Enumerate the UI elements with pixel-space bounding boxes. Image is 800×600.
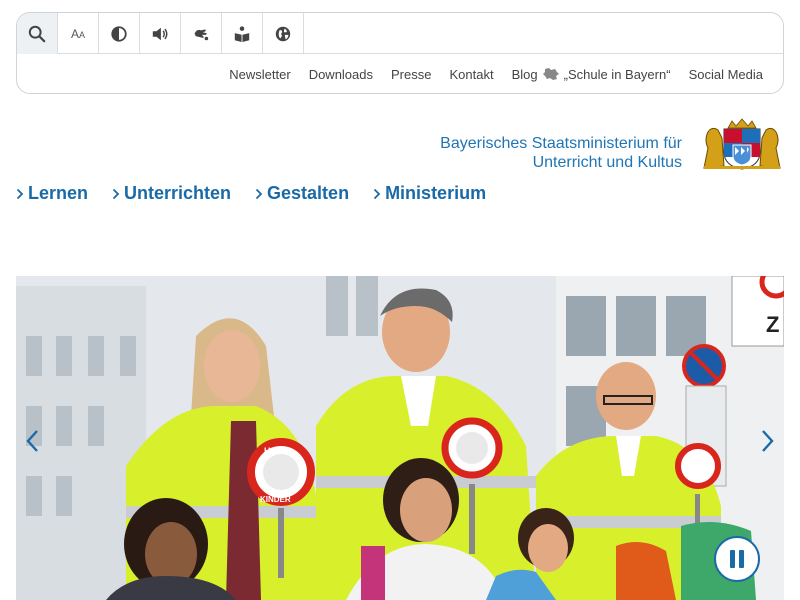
contrast-button[interactable] — [99, 13, 140, 54]
halt-sign-text-bottom: KINDER — [260, 495, 291, 504]
language-button[interactable] — [263, 13, 304, 54]
service-links: Newsletter Downloads Presse Kontakt Blog… — [17, 54, 783, 93]
main-navigation: Lernen Unterrichten Gestalten Ministeriu… — [16, 183, 486, 204]
chevron-right-icon — [373, 188, 381, 199]
globe-icon — [275, 26, 291, 41]
nav-ministerium-label: Ministerium — [385, 183, 487, 203]
chevron-left-icon — [26, 430, 38, 452]
social-media-link[interactable]: Social Media — [689, 67, 763, 82]
chevron-right-icon — [762, 430, 774, 452]
nav-gestalten[interactable]: Gestalten — [255, 183, 349, 204]
read-aloud-button[interactable] — [140, 13, 181, 54]
nav-gestalten-label: Gestalten — [267, 183, 350, 203]
chevron-right-icon — [112, 188, 120, 199]
bavarian-coat-of-arms-icon[interactable] — [700, 118, 784, 170]
font-size-button[interactable]: AA — [58, 13, 99, 54]
street-sign-text: Z — [766, 312, 779, 337]
nav-unterrichten[interactable]: Unterrichten — [112, 183, 231, 204]
sign-language-icon — [194, 29, 209, 40]
ministry-name-line2: Unterricht und Kultus — [532, 154, 682, 171]
presse-link[interactable]: Presse — [391, 67, 431, 82]
kontakt-link[interactable]: Kontakt — [449, 67, 493, 82]
blog-link-prefix: Blog — [511, 66, 538, 82]
pause-icon — [730, 550, 735, 568]
chevron-right-icon — [16, 188, 24, 199]
halt-sign-text-top: HALT — [264, 446, 288, 456]
search-button[interactable] — [17, 13, 58, 54]
hero-slider: Z HALT KINDER — [16, 276, 784, 600]
blog-link-suffix: „Schule in Bayern“ — [563, 66, 671, 82]
easy-language-icon — [234, 25, 250, 42]
downloads-link[interactable]: Downloads — [309, 67, 373, 82]
nav-lernen[interactable]: Lernen — [16, 183, 88, 204]
bavaria-map-icon — [542, 68, 559, 80]
newsletter-link[interactable]: Newsletter — [229, 67, 290, 82]
slider-next-button[interactable] — [757, 428, 779, 454]
accessibility-toolbar: AA — [17, 13, 783, 54]
pause-icon — [739, 550, 744, 568]
nav-ministerium[interactable]: Ministerium — [373, 183, 486, 204]
contrast-icon — [111, 25, 127, 42]
font-size-icon: AA — [70, 26, 86, 41]
slider-pause-button[interactable] — [714, 536, 760, 582]
sign-language-button[interactable] — [181, 13, 222, 54]
nav-unterrichten-label: Unterrichten — [124, 183, 232, 203]
slider-prev-button[interactable] — [21, 428, 43, 454]
blog-link[interactable]: Blog „Schule in Bayern“ — [512, 67, 671, 82]
hero-image: Z HALT KINDER — [16, 276, 784, 600]
ministry-name-line1: Bayerisches Staatsministerium für — [440, 135, 682, 152]
chevron-right-icon — [255, 188, 263, 199]
ministry-name[interactable]: Bayerisches Staatsministerium für Unterr… — [440, 134, 682, 172]
speaker-icon — [152, 27, 168, 40]
nav-lernen-label: Lernen — [28, 183, 89, 203]
easy-language-button[interactable] — [222, 13, 263, 54]
utility-bar: AA Newsletter Downloads Presse Kontakt B… — [16, 12, 784, 94]
search-icon — [28, 25, 46, 42]
